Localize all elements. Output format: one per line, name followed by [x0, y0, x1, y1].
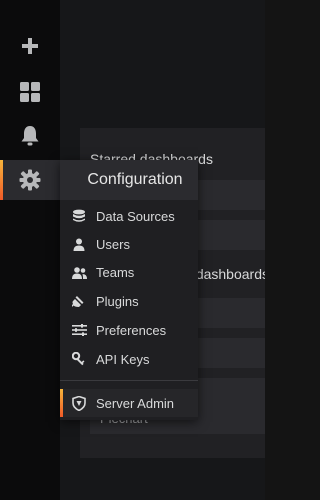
menu-item-label: Plugins — [96, 293, 139, 309]
menu-item-label: Teams — [96, 264, 135, 280]
shield-icon — [70, 394, 88, 412]
gear-icon — [19, 169, 41, 191]
menu-item-label: Preferences — [96, 322, 167, 338]
database-icon — [70, 207, 88, 225]
user-icon — [70, 235, 88, 253]
key-icon — [70, 350, 88, 368]
menu-item-label: API Keys — [96, 351, 150, 367]
bell-icon — [20, 125, 40, 147]
menu-divider — [60, 380, 198, 381]
sidebar-item-alerting[interactable] — [0, 116, 60, 156]
menu-item-server-admin[interactable]: Server Admin — [60, 389, 198, 417]
sidebar-item-dashboards[interactable] — [0, 72, 60, 112]
menu-item-plugins[interactable]: Plugins — [60, 287, 198, 315]
app-root: Starred dashboards Recently viewed dashb… — [0, 0, 265, 500]
menu-item-data-sources[interactable]: Data Sources — [60, 202, 198, 230]
sidebar — [0, 0, 60, 500]
menu-item-teams[interactable]: Teams — [60, 258, 198, 286]
menu-item-label: Data Sources — [96, 208, 175, 224]
menu-item-api-keys[interactable]: API Keys — [60, 345, 198, 373]
menu-item-label: Users — [96, 236, 130, 252]
menu-item-preferences[interactable]: Preferences — [60, 316, 198, 344]
menu-item-label: Server Admin — [96, 395, 175, 411]
sidebar-item-configuration[interactable] — [0, 160, 60, 200]
sidebar-item-create[interactable] — [0, 26, 60, 66]
sliders-icon — [70, 321, 88, 339]
plus-icon — [21, 37, 39, 55]
menu-item-users[interactable]: Users — [60, 230, 198, 258]
grid-icon — [19, 81, 41, 103]
users-icon — [70, 263, 88, 281]
plug-icon — [70, 292, 88, 310]
configuration-menu: Configuration Data Sources Users Teams P… — [60, 160, 198, 420]
configuration-menu-title[interactable]: Configuration — [60, 160, 198, 200]
